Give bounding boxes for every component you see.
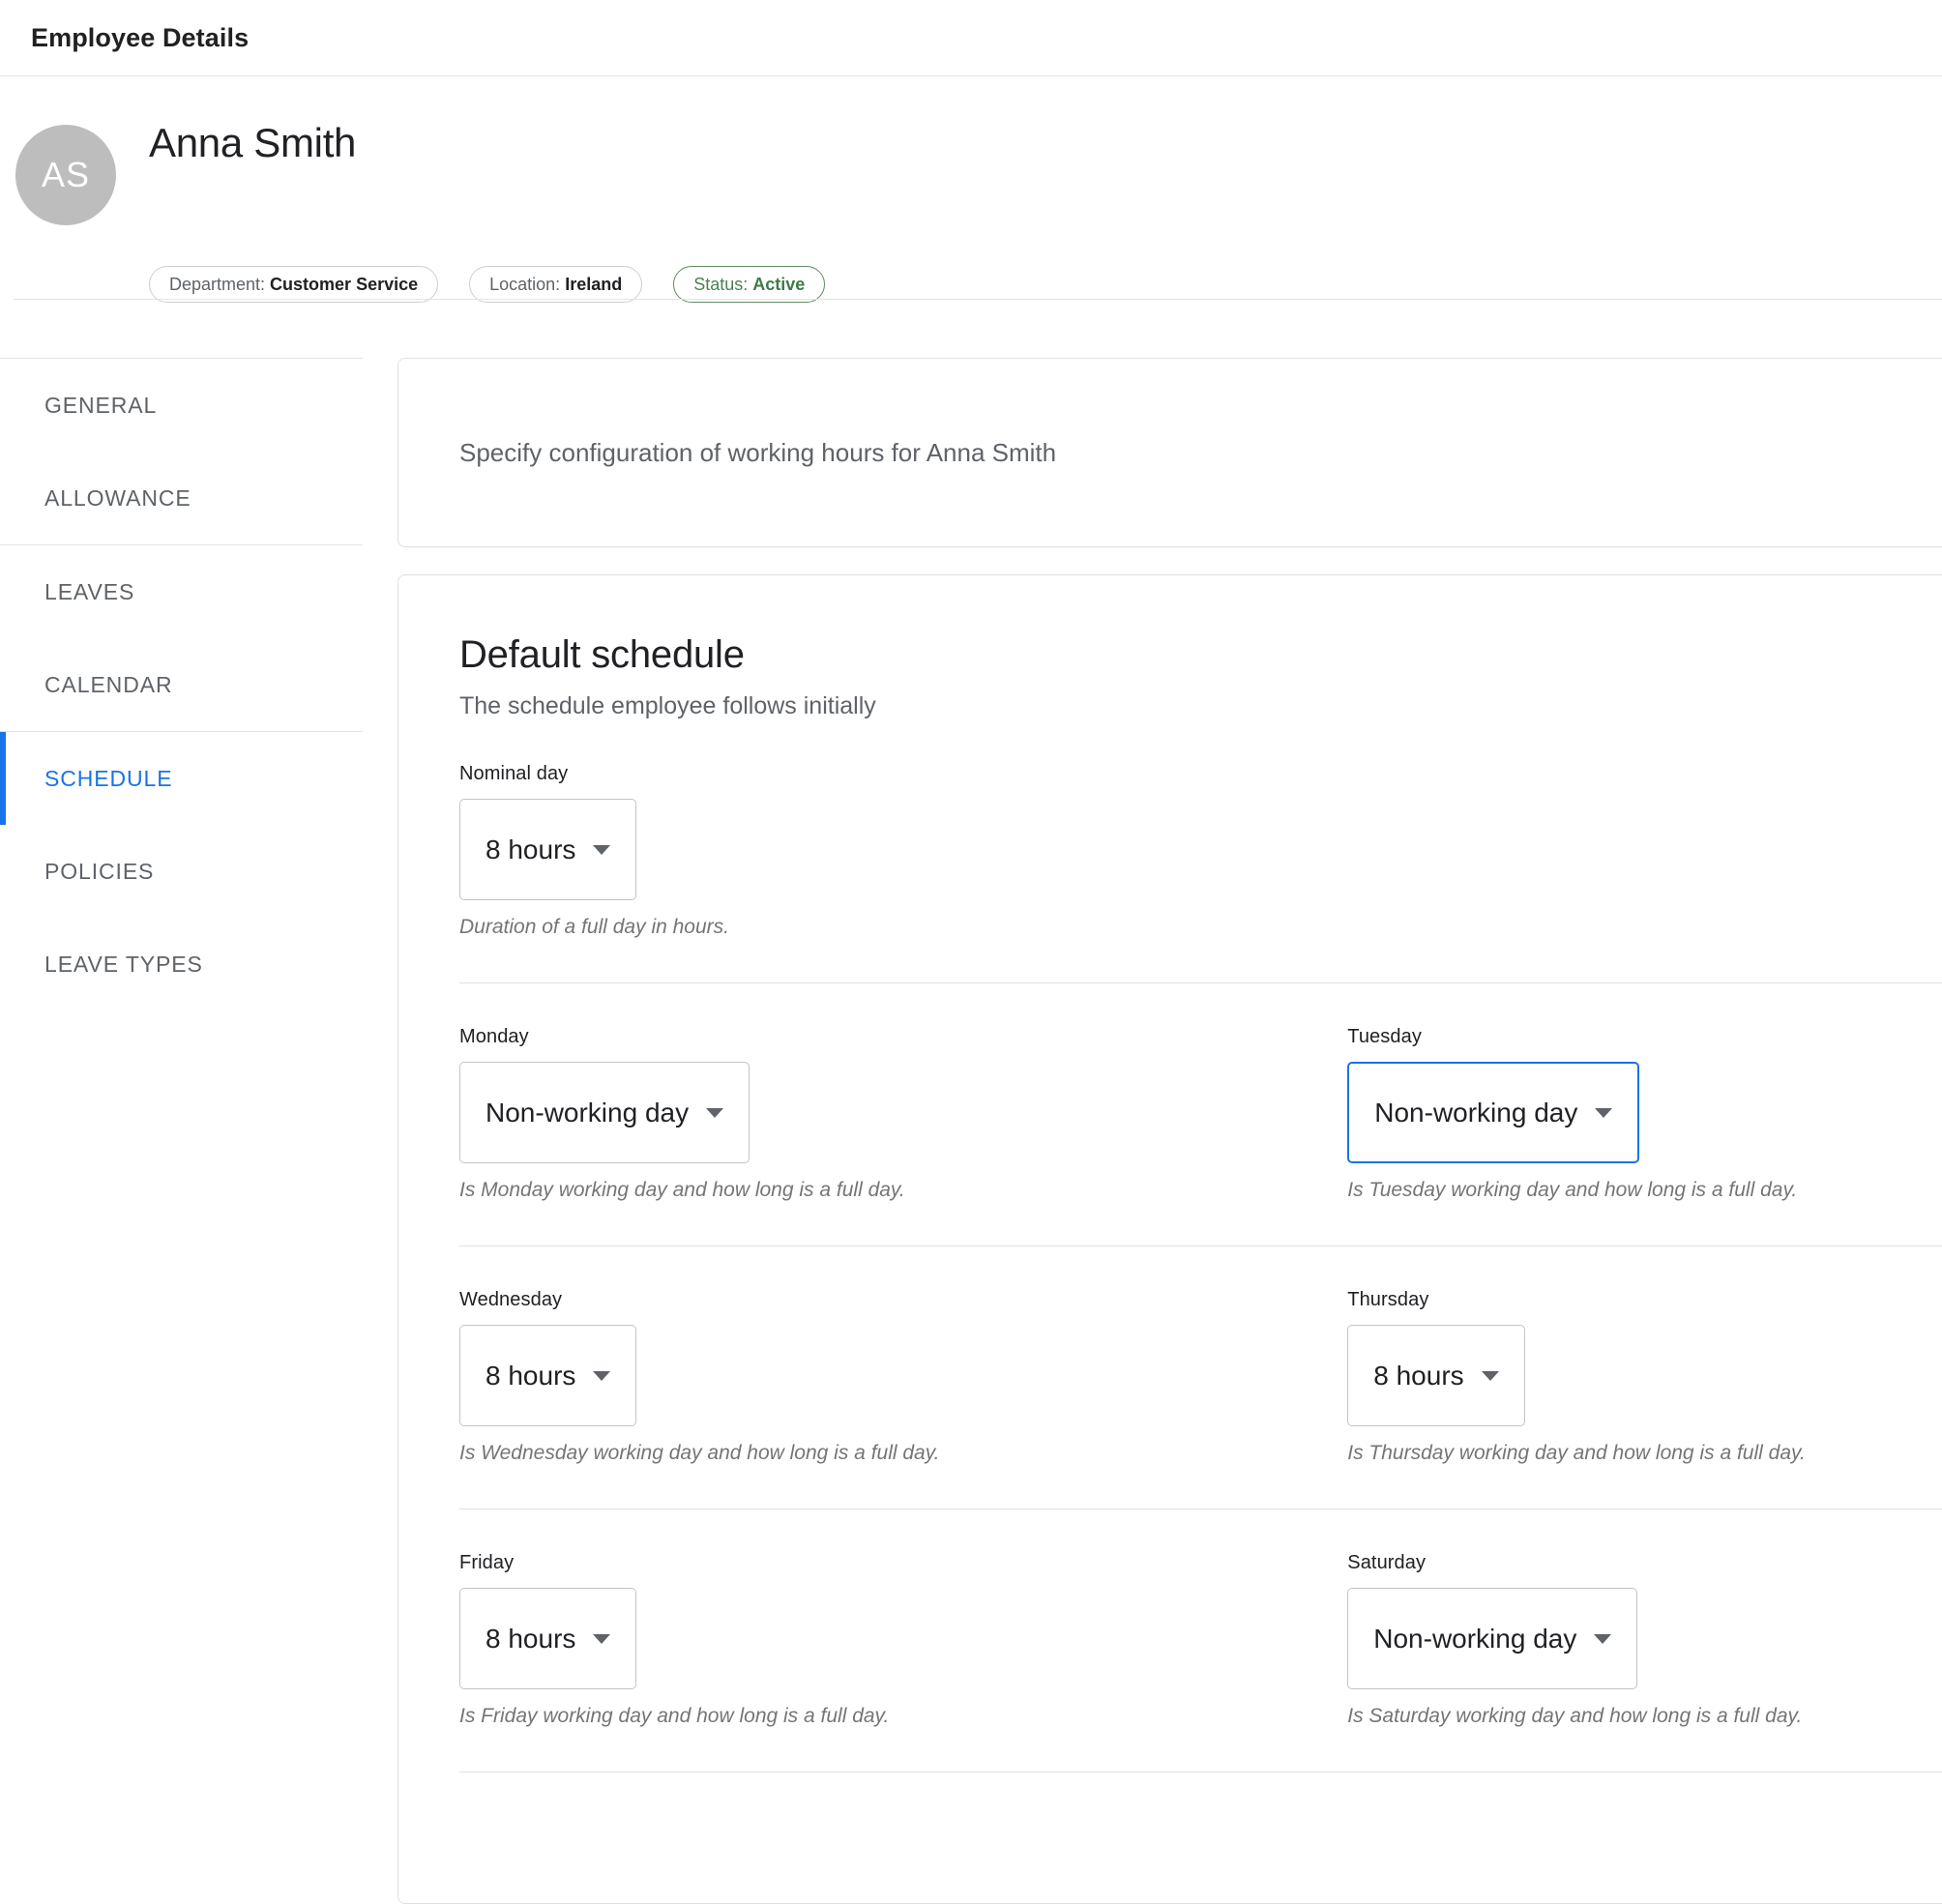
select-value: Non-working day <box>486 1098 689 1128</box>
chip-department-label: Department: <box>169 275 265 295</box>
field-monday: Monday Non-working day Is Monday working… <box>459 1026 1347 1202</box>
field-hint: Is Monday working day and how long is a … <box>459 1179 1347 1202</box>
schedule-row-wed-thu: Wednesday 8 hours Is Wednesday working d… <box>459 1289 1942 1465</box>
field-label: Wednesday <box>459 1289 1347 1311</box>
field-hint: Is Wednesday working day and how long is… <box>459 1442 1347 1465</box>
chip-department-value: Customer Service <box>270 275 418 295</box>
sidebar-item-leaves[interactable]: LEAVES <box>0 545 363 638</box>
chip-status: Status: Active <box>673 266 825 303</box>
sidebar: GENERAL ALLOWANCE LEAVES CALENDAR SCHEDU… <box>0 358 363 1011</box>
select-value: Non-working day <box>1373 1624 1576 1655</box>
sidebar-item-schedule[interactable]: SCHEDULE <box>0 732 363 825</box>
field-label: Thursday <box>1347 1289 1942 1311</box>
field-hint: Is Saturday working day and how long is … <box>1347 1705 1942 1728</box>
chip-department: Department: Customer Service <box>149 266 438 303</box>
sidebar-item-label: POLICIES <box>44 859 154 885</box>
sidebar-item-leave-types[interactable]: LEAVE TYPES <box>0 918 363 1011</box>
sidebar-item-label: GENERAL <box>44 393 157 419</box>
field-nominal-day: Nominal day 8 hours Duration of a full d… <box>459 763 1942 939</box>
header-divider <box>14 299 1942 300</box>
page-title: Employee Details <box>31 0 249 75</box>
field-friday: Friday 8 hours Is Friday working day and… <box>459 1552 1347 1728</box>
employee-name: Anna Smith <box>149 120 356 166</box>
chip-location-label: Location: <box>489 275 560 295</box>
select-value: Non-working day <box>1374 1098 1577 1128</box>
chevron-down-icon <box>1482 1371 1499 1381</box>
form-divider-1 <box>459 982 1942 983</box>
employee-chips: Department: Customer Service Location: I… <box>149 266 825 303</box>
schedule-card: Default schedule The schedule employee f… <box>397 574 1942 1904</box>
select-value: 8 hours <box>486 1361 575 1391</box>
schedule-heading: Default schedule <box>459 633 1942 677</box>
schedule-row-fri-sat: Friday 8 hours Is Friday working day and… <box>459 1552 1942 1728</box>
sidebar-item-label: ALLOWANCE <box>44 485 191 512</box>
field-hint: Is Thursday working day and how long is … <box>1347 1442 1942 1465</box>
sidebar-item-policies[interactable]: POLICIES <box>0 825 363 918</box>
chevron-down-icon <box>706 1108 723 1118</box>
chevron-down-icon <box>593 1371 610 1381</box>
chip-status-value: Active <box>752 275 805 295</box>
chevron-down-icon <box>1594 1634 1611 1644</box>
monday-select[interactable]: Non-working day <box>459 1062 750 1163</box>
thursday-select[interactable]: 8 hours <box>1347 1325 1524 1426</box>
friday-select[interactable]: 8 hours <box>459 1588 636 1689</box>
nominal-day-select[interactable]: 8 hours <box>459 799 636 900</box>
avatar: AS <box>15 125 116 225</box>
field-hint: Is Tuesday working day and how long is a… <box>1347 1179 1942 1202</box>
schedule-subheading: The schedule employee follows initially <box>459 692 1942 720</box>
field-label: Friday <box>459 1552 1347 1574</box>
field-hint: Duration of a full day in hours. <box>459 916 1942 939</box>
sidebar-item-general[interactable]: GENERAL <box>0 359 363 452</box>
field-label: Tuesday <box>1347 1026 1942 1048</box>
chip-status-label: Status: <box>693 275 748 295</box>
field-label: Nominal day <box>459 763 1942 785</box>
sidebar-item-label: LEAVES <box>44 579 134 605</box>
select-value: 8 hours <box>486 835 575 865</box>
chevron-down-icon <box>593 1634 610 1644</box>
employee-header: AS Anna Smith Department: Customer Servi… <box>0 76 1942 299</box>
field-tuesday: Tuesday Non-working day Is Tuesday worki… <box>1347 1026 1942 1202</box>
field-hint: Is Friday working day and how long is a … <box>459 1705 1347 1728</box>
wednesday-select[interactable]: 8 hours <box>459 1325 636 1426</box>
sidebar-item-label: SCHEDULE <box>44 766 172 792</box>
field-label: Monday <box>459 1026 1347 1048</box>
field-label: Saturday <box>1347 1552 1942 1574</box>
tuesday-select[interactable]: Non-working day <box>1347 1062 1639 1163</box>
chevron-down-icon <box>1595 1108 1612 1118</box>
chevron-down-icon <box>593 845 610 855</box>
sidebar-item-label: LEAVE TYPES <box>44 952 203 978</box>
field-wednesday: Wednesday 8 hours Is Wednesday working d… <box>459 1289 1347 1465</box>
sidebar-item-allowance[interactable]: ALLOWANCE <box>0 452 363 544</box>
form-divider-2 <box>459 1245 1942 1246</box>
schedule-row-mon-tue: Monday Non-working day Is Monday working… <box>459 1026 1942 1202</box>
chip-location: Location: Ireland <box>469 266 642 303</box>
sidebar-item-calendar[interactable]: CALENDAR <box>0 638 363 731</box>
main-content: Specify configuration of working hours f… <box>397 358 1942 1904</box>
info-card: Specify configuration of working hours f… <box>397 358 1942 547</box>
field-saturday: Saturday Non-working day Is Saturday wor… <box>1347 1552 1942 1728</box>
select-value: 8 hours <box>486 1624 575 1655</box>
info-card-text: Specify configuration of working hours f… <box>459 438 1056 468</box>
field-thursday: Thursday 8 hours Is Thursday working day… <box>1347 1289 1942 1465</box>
saturday-select[interactable]: Non-working day <box>1347 1588 1637 1689</box>
sidebar-item-label: CALENDAR <box>44 672 172 698</box>
select-value: 8 hours <box>1373 1361 1463 1391</box>
chip-location-value: Ireland <box>565 275 622 295</box>
